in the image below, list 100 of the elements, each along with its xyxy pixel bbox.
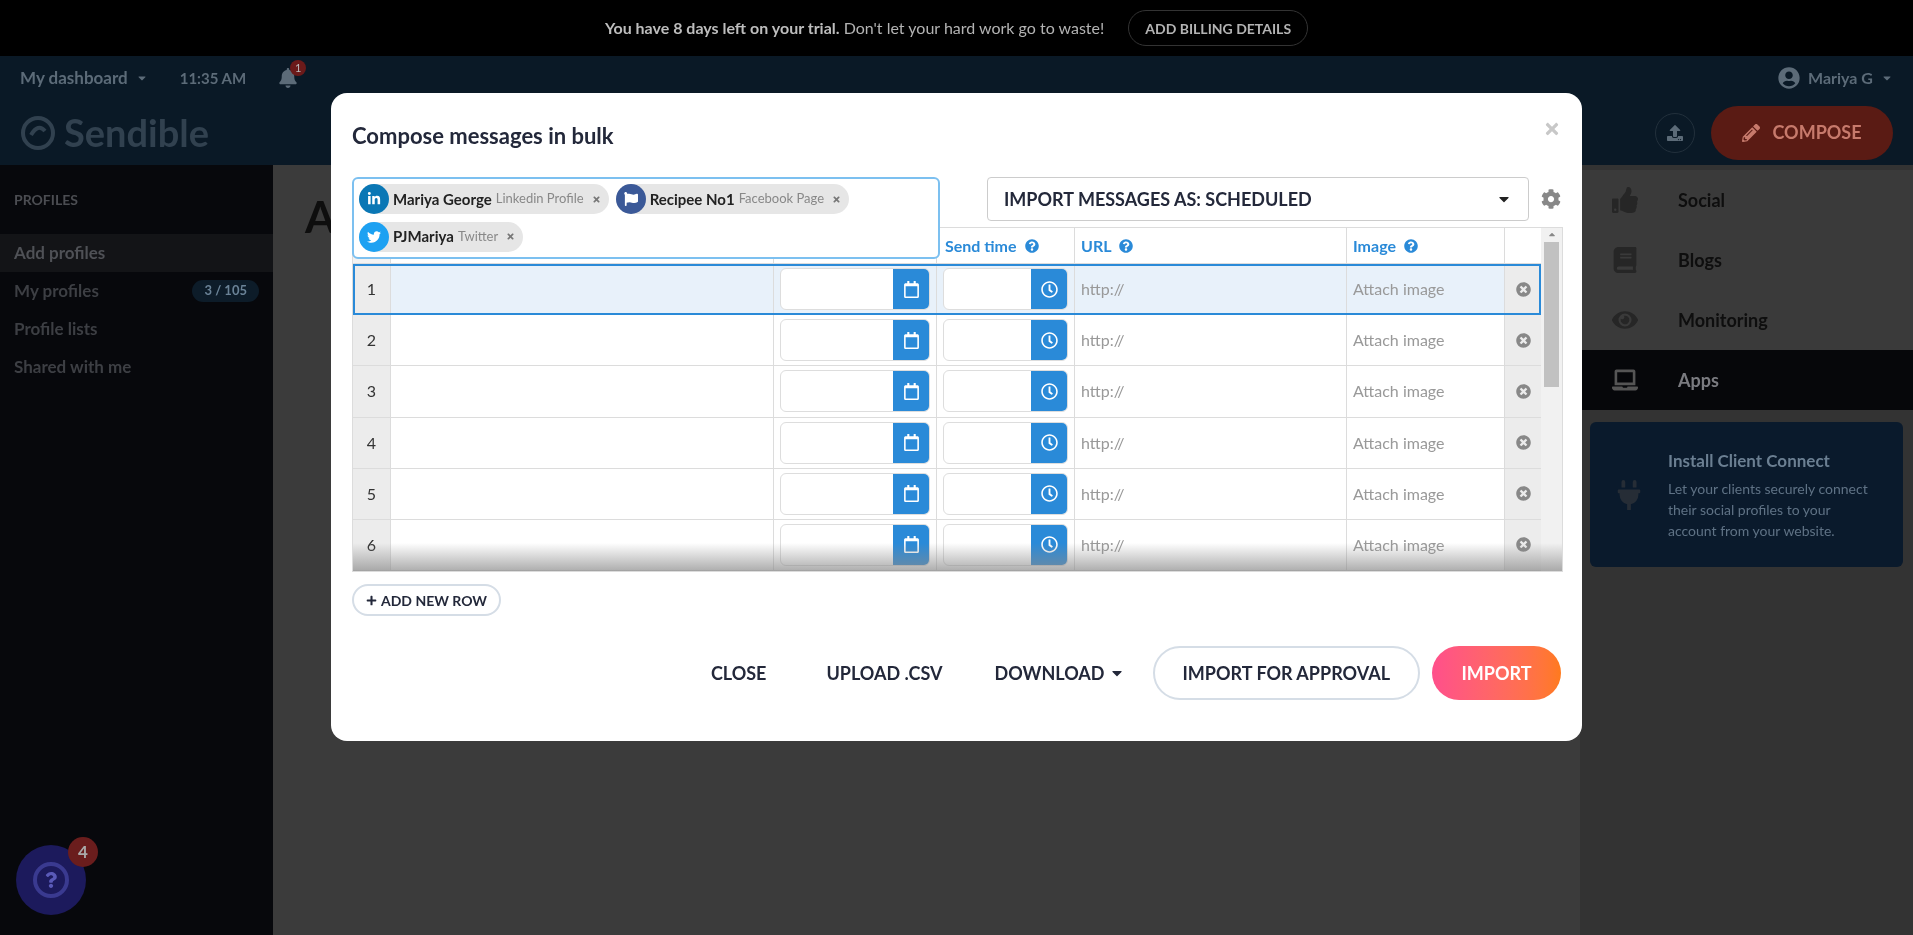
footer-button[interactable]: CLOSE xyxy=(686,646,791,700)
calendar-icon[interactable] xyxy=(893,371,929,412)
table-row[interactable]: 3 http:// Attach image xyxy=(353,366,1541,418)
notification-badge: 1 xyxy=(290,60,307,76)
calendar-icon[interactable] xyxy=(893,320,929,361)
sidebar-item[interactable]: Add profiles xyxy=(0,234,273,272)
url-field[interactable]: http:// xyxy=(1081,481,1125,506)
calendar-icon[interactable] xyxy=(893,269,929,310)
profile-chip[interactable]: Mariya George Linkedin Profile xyxy=(359,184,609,214)
card-text: Let your clients securely connect their social profiles to your account from your website. xyxy=(1668,478,1869,541)
message-field[interactable] xyxy=(391,264,774,315)
plus-icon xyxy=(366,594,377,606)
time-field[interactable] xyxy=(943,319,1068,362)
delete-row-icon[interactable] xyxy=(1515,383,1531,399)
settings-icon[interactable] xyxy=(1541,189,1561,209)
question-icon xyxy=(43,872,59,888)
time-field[interactable] xyxy=(943,421,1068,464)
help-icon xyxy=(1119,238,1134,253)
time-field[interactable] xyxy=(943,472,1068,515)
card-title: Install Client Connect xyxy=(1668,449,1831,474)
remove-icon[interactable] xyxy=(832,194,842,204)
footer-button[interactable]: IMPORT FOR APPROVAL xyxy=(1152,646,1420,700)
time-field[interactable] xyxy=(943,523,1068,566)
date-field[interactable] xyxy=(780,319,930,362)
calendar-icon[interactable] xyxy=(893,422,929,463)
date-field[interactable] xyxy=(780,370,930,413)
row-number: 5 xyxy=(353,468,391,519)
clock-icon[interactable] xyxy=(1031,320,1067,361)
profile-chip[interactable]: PJMariya Twitter xyxy=(359,221,524,252)
trial-message: You have 8 days left on your trial. Don't let your hard work go to waste! xyxy=(604,17,1105,39)
delete-row-icon[interactable] xyxy=(1515,486,1531,502)
network-icon xyxy=(359,184,389,214)
attach-image-field[interactable]: Attach image xyxy=(1353,430,1445,455)
profile-type: Facebook Page xyxy=(738,189,825,209)
attach-image-field[interactable]: Attach image xyxy=(1353,379,1445,404)
sidebar-item[interactable]: My profiles 3 / 105 xyxy=(0,272,273,310)
profile-type: Linkedin Profile xyxy=(495,189,584,209)
column-header: Image xyxy=(1353,233,1418,258)
row-number: 1 xyxy=(353,264,391,315)
attach-image-field[interactable]: Attach image xyxy=(1353,532,1445,557)
date-field[interactable] xyxy=(780,421,930,464)
import-button[interactable]: IMPORT xyxy=(1432,646,1561,700)
clock-time: 11:35 AM xyxy=(179,67,247,89)
table-row[interactable]: 1 http:// Attach image xyxy=(353,264,1541,316)
url-field[interactable]: http:// xyxy=(1081,379,1125,404)
table-row[interactable]: 2 http:// Attach image xyxy=(353,315,1541,367)
delete-row-icon[interactable] xyxy=(1515,537,1531,553)
avatar-icon xyxy=(1778,67,1801,89)
profile-type: Twitter xyxy=(457,226,499,246)
url-field[interactable]: http:// xyxy=(1081,277,1125,302)
dashboard-menu[interactable]: My dashboard xyxy=(20,65,148,91)
date-field[interactable] xyxy=(780,472,930,515)
help-badge: 4 xyxy=(68,837,98,867)
row-number: 3 xyxy=(353,366,391,417)
import-mode-select[interactable]: IMPORT MESSAGES AS: SCHEDULED xyxy=(987,177,1529,221)
count-badge: 3 / 105 xyxy=(192,280,259,302)
clock-icon[interactable] xyxy=(1031,371,1067,412)
profile-chip[interactable]: Recipee No1 Facebook Page xyxy=(615,184,850,214)
delete-row-icon[interactable] xyxy=(1515,332,1531,348)
clock-icon[interactable] xyxy=(1031,473,1067,514)
upload-icon xyxy=(1667,124,1683,141)
date-field[interactable] xyxy=(780,268,930,311)
url-field[interactable]: http:// xyxy=(1081,532,1125,557)
scrollbar[interactable] xyxy=(1541,228,1562,571)
url-field[interactable]: http:// xyxy=(1081,430,1125,455)
row-number: 6 xyxy=(353,519,391,571)
help-icon xyxy=(1024,238,1039,253)
time-field[interactable] xyxy=(943,268,1068,311)
client-connect-card[interactable]: Install Client Connect Let your clients securely connect their social profiles to your account from your website. xyxy=(1590,422,1903,567)
calendar-icon[interactable] xyxy=(893,524,929,565)
profile-selector[interactable]: Mariya George Linkedin Profile Recipee No1 Facebook Page PJMariya Twitter xyxy=(352,177,940,259)
pencil-icon xyxy=(1742,123,1761,142)
clock-icon[interactable] xyxy=(1031,422,1067,463)
dialog-title: Compose messages in bulk xyxy=(352,120,614,151)
nav-item[interactable]: Apps xyxy=(1580,350,1913,410)
date-field[interactable] xyxy=(780,523,930,566)
url-field[interactable]: http:// xyxy=(1081,328,1125,353)
compose-button[interactable]: COMPOSE xyxy=(1711,105,1893,160)
table-row[interactable]: 5 http:// Attach image xyxy=(353,468,1541,520)
user-menu[interactable]: Mariya G xyxy=(1808,66,1893,90)
table-row[interactable]: 4 http:// Attach image xyxy=(353,417,1541,469)
delete-row-icon[interactable] xyxy=(1515,281,1531,297)
remove-icon[interactable] xyxy=(591,194,601,204)
attach-image-field[interactable]: Attach image xyxy=(1353,481,1445,506)
network-icon xyxy=(615,184,646,214)
footer-button[interactable]: UPLOAD .CSV xyxy=(802,646,967,700)
download-button[interactable]: DOWNLOAD xyxy=(978,646,1141,700)
row-number: 2 xyxy=(353,315,391,366)
help-icon xyxy=(1404,238,1418,253)
time-field[interactable] xyxy=(943,370,1068,413)
clock-icon[interactable] xyxy=(1031,524,1067,565)
delete-row-icon[interactable] xyxy=(1515,435,1531,451)
calendar-icon[interactable] xyxy=(893,473,929,514)
network-icon xyxy=(359,221,389,252)
table-row[interactable]: 6 http:// Attach image xyxy=(353,519,1541,571)
add-row-button[interactable]: ADD NEW ROW xyxy=(352,584,501,616)
profile-name: PJMariya xyxy=(393,226,454,248)
attach-image-field[interactable]: Attach image xyxy=(1353,328,1445,353)
remove-icon[interactable] xyxy=(506,232,516,241)
clock-icon[interactable] xyxy=(1031,269,1067,310)
